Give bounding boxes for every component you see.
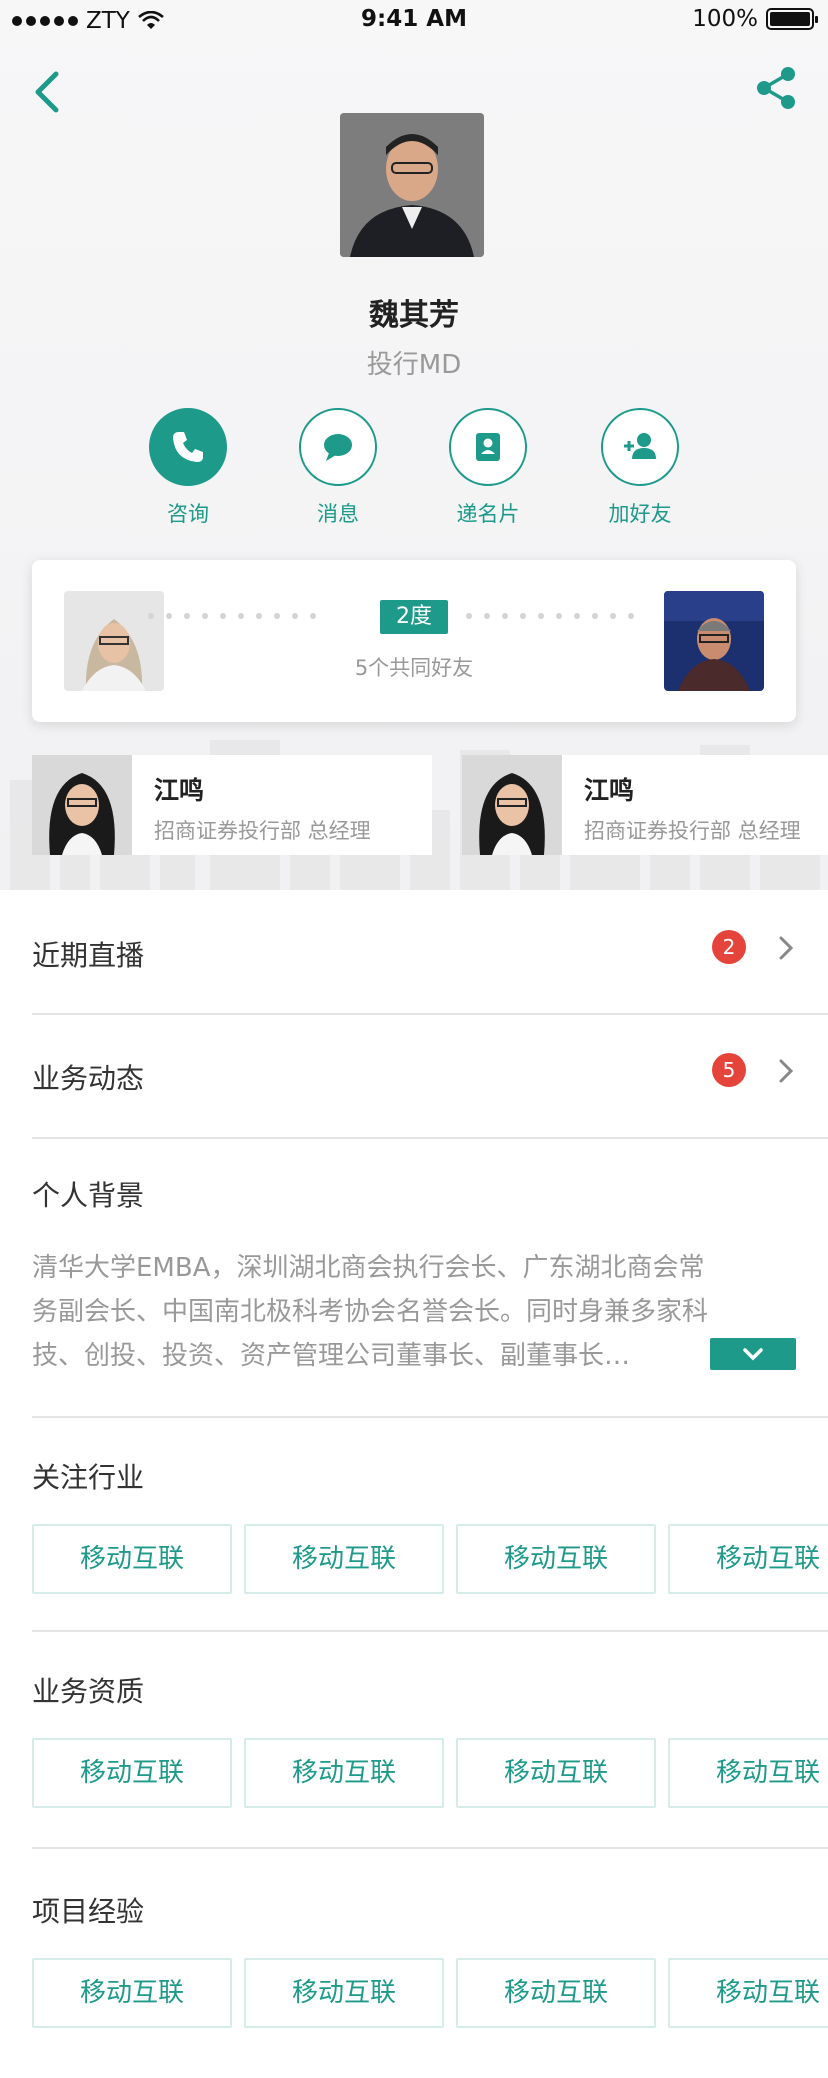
chevron-right-icon	[779, 1059, 794, 1083]
add-friend-label: 加好友	[608, 502, 672, 526]
divider	[32, 1137, 828, 1139]
action-bar: 咨询 消息 递名片 加好友	[148, 408, 680, 528]
divider	[32, 1847, 828, 1849]
qualification-tags: 移动互联 移动互联 移动互联 移动互联	[0, 1738, 828, 1810]
share-icon[interactable]	[752, 64, 800, 112]
divider	[32, 1013, 828, 1015]
chevron-right-icon	[779, 936, 794, 960]
industry-tag[interactable]: 移动互联	[244, 1524, 444, 1594]
friend-name: 江鸣	[584, 776, 635, 805]
message-label: 消息	[317, 502, 359, 526]
chat-icon	[324, 434, 352, 461]
battery-icon	[766, 8, 818, 30]
target-avatar	[664, 591, 764, 691]
background-line: 技、创投、投资、资产管理公司董事长、副董事长…	[32, 1341, 631, 1371]
profile-title: 投行MD	[366, 350, 462, 380]
background-line: 清华大学EMBA，深圳湖北商会执行会长、广东湖北商会常	[32, 1253, 705, 1283]
common-friends-list: 江鸣 招商证券投行部 总经理 江鸣 招商证券投行部 总经理	[0, 755, 828, 855]
chevron-down-icon	[743, 1348, 763, 1361]
connection-card[interactable]: 2度 5个共同好友	[32, 560, 796, 722]
friend-avatar	[462, 755, 562, 855]
profile-name: 魏其芳	[369, 298, 459, 333]
background-title: 个人背景	[32, 1179, 145, 1212]
qualification-title: 业务资质	[32, 1675, 145, 1708]
recent-live-label: 近期直播	[32, 939, 145, 972]
background-text: 清华大学EMBA，深圳湖北商会执行会长、广东湖北商会常 务副会长、中国南北极科考…	[32, 1246, 804, 1378]
add-friend-button[interactable]	[601, 408, 679, 486]
friend-avatar	[32, 755, 132, 855]
project-tag[interactable]: 移动互联	[668, 1958, 828, 2028]
friend-name: 江鸣	[154, 776, 205, 805]
connection-dots-right	[466, 613, 634, 619]
add-friend-icon	[624, 433, 656, 459]
business-news-row[interactable]: 业务动态 5	[0, 1017, 828, 1137]
consult-button[interactable]	[149, 408, 227, 486]
friend-description: 招商证券投行部 总经理	[584, 819, 801, 843]
profile-avatar	[340, 113, 484, 257]
connection-dots-left	[148, 613, 316, 619]
message-action[interactable]: 消息	[298, 408, 378, 528]
contact-card-icon	[476, 433, 500, 461]
qualification-tag[interactable]: 移动互联	[32, 1738, 232, 1808]
project-tags: 移动互联 移动互联 移动互联 移动互联	[0, 1958, 828, 2030]
battery-percent: 100%	[692, 6, 758, 32]
industry-tags: 移动互联 移动互联 移动互联 移动互联	[0, 1524, 828, 1596]
industry-tag[interactable]: 移动互联	[668, 1524, 828, 1594]
phone-icon	[173, 432, 203, 462]
project-tag[interactable]: 移动互联	[244, 1958, 444, 2028]
chevron-left-icon[interactable]	[28, 68, 68, 116]
send-card-action[interactable]: 递名片	[448, 408, 528, 528]
consult-label: 咨询	[167, 502, 209, 526]
project-tag[interactable]: 移动互联	[456, 1958, 656, 2028]
business-news-badge: 5	[712, 1053, 746, 1087]
qualification-tag[interactable]: 移动互联	[244, 1738, 444, 1808]
friend-description: 招商证券投行部 总经理	[154, 819, 371, 843]
expand-button[interactable]	[710, 1338, 796, 1370]
recent-live-badge: 2	[712, 930, 746, 964]
qualification-tag[interactable]: 移动互联	[668, 1738, 828, 1808]
industry-title: 关注行业	[32, 1461, 145, 1494]
business-news-label: 业务动态	[32, 1062, 145, 1095]
send-card-label: 递名片	[456, 502, 520, 526]
project-tag[interactable]: 移动互联	[32, 1958, 232, 2028]
industry-tag[interactable]: 移动互联	[32, 1524, 232, 1594]
qualification-tag[interactable]: 移动互联	[456, 1738, 656, 1808]
industry-tag[interactable]: 移动互联	[456, 1524, 656, 1594]
consult-action[interactable]: 咨询	[148, 408, 228, 528]
friend-card[interactable]: 江鸣 招商证券投行部 总经理	[32, 755, 432, 855]
friend-card[interactable]: 江鸣 招商证券投行部 总经理	[462, 755, 828, 855]
divider	[32, 1630, 828, 1632]
status-right: 100%	[692, 6, 818, 32]
degree-badge: 2度	[380, 600, 448, 634]
status-bar: ZTY 9:41 AM 100%	[0, 0, 828, 40]
add-friend-action[interactable]: 加好友	[600, 408, 680, 528]
recent-live-row[interactable]: 近期直播 2	[0, 894, 828, 1014]
project-title: 项目经验	[32, 1895, 145, 1928]
message-button[interactable]	[299, 408, 377, 486]
background-line: 务副会长、中国南北极科考协会名誉会长。同时身兼多家科	[32, 1297, 709, 1327]
send-card-button[interactable]	[449, 408, 527, 486]
divider	[32, 1416, 828, 1418]
